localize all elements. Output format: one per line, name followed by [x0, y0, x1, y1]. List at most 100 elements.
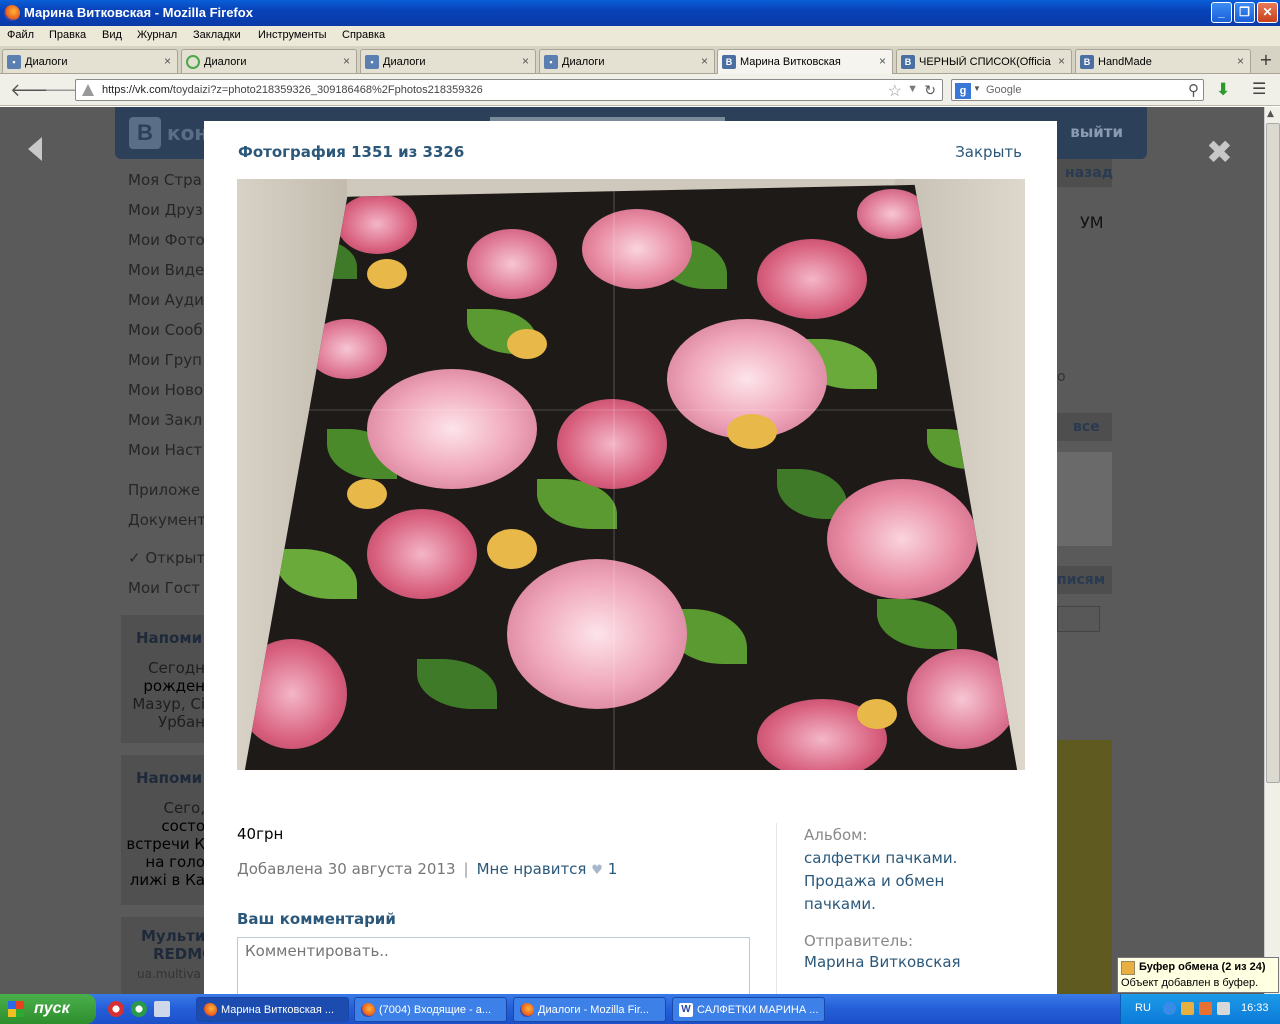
reminder-heading: Напоми	[136, 769, 203, 787]
sidebar-item-settings[interactable]: Мои Наст	[128, 441, 202, 459]
tab-close-icon[interactable]: ×	[343, 54, 350, 68]
search-engine-dropdown-icon[interactable]: ▼	[973, 84, 981, 93]
ad-url[interactable]: ua.multiva	[137, 967, 205, 981]
tab-close-icon[interactable]: ×	[164, 54, 171, 68]
sidebar-item-my-page[interactable]: Моя Стра	[128, 171, 202, 189]
tab-dialogs-4[interactable]: ▪ Диалоги ×	[539, 49, 715, 73]
close-window-button[interactable]: ✕	[1257, 2, 1278, 23]
tab-dialogs-3[interactable]: ▪ Диалоги ×	[360, 49, 536, 73]
scroll-up-icon[interactable]: ▲	[1267, 109, 1274, 119]
sidebar-item-apps[interactable]: Приложе	[128, 481, 200, 499]
ad-block[interactable]: Мульти REDMC ua.multiva	[121, 917, 213, 994]
search-icon[interactable]: ⚲	[1188, 81, 1199, 99]
utorrent-icon[interactable]	[131, 1001, 147, 1017]
search-bar[interactable]: g ▼ Google ⚲	[951, 79, 1204, 101]
window-title: Марина Витковская - Mozilla Firefox	[24, 5, 253, 20]
tray-arrow-icon[interactable]	[1163, 1002, 1176, 1015]
all-link[interactable]: все	[1073, 419, 1100, 435]
tab-handmade[interactable]: B HandMade ×	[1075, 49, 1251, 73]
sidebar-item-news[interactable]: Мои Ново	[128, 381, 203, 399]
sidebar-item-groups[interactable]: Мои Груп	[128, 351, 202, 369]
sidebar-item-bookmarks[interactable]: Мои Закл	[128, 411, 202, 429]
right-thumbnail[interactable]	[1057, 452, 1112, 546]
tab-label: Марина Витковская	[740, 56, 841, 68]
taskbar-button-inbox[interactable]: (7004) Входящие - а...	[354, 997, 507, 1022]
url-bar[interactable]: https://vk.com/toydaizi?z=photo218359326…	[75, 79, 943, 101]
tab-marina-vitkovskaya[interactable]: B Марина Витковская ×	[717, 49, 893, 74]
tab-close-icon[interactable]: ×	[879, 54, 886, 68]
sidebar-item-audio[interactable]: Мои Ауди	[128, 291, 204, 309]
menu-view[interactable]: Вид	[102, 29, 122, 41]
tray-clipboard-icon[interactable]	[1181, 1002, 1194, 1015]
minimize-button[interactable]: _	[1211, 2, 1232, 23]
photo-image[interactable]	[237, 179, 1025, 770]
right-all-bar[interactable]: все	[1057, 413, 1112, 441]
like-count[interactable]: 1	[608, 860, 618, 878]
tab-close-icon[interactable]: ×	[522, 54, 529, 68]
language-indicator[interactable]: RU	[1135, 1002, 1151, 1014]
new-tab-button[interactable]: +	[1256, 50, 1276, 70]
like-button[interactable]: Мне нравится	[477, 860, 587, 878]
previous-photo-arrow-icon[interactable]	[28, 137, 42, 161]
scroll-thumb[interactable]	[1266, 123, 1280, 783]
bookmark-star-icon[interactable]: ☆	[888, 81, 902, 101]
right-notes-bar[interactable]: писям	[1057, 566, 1112, 594]
tab-close-icon[interactable]: ×	[1058, 54, 1065, 68]
close-link[interactable]: Закрыть	[955, 143, 1022, 161]
tab-black-list[interactable]: B ЧЕРНЫЙ СПИСОК(Official... ×	[896, 49, 1072, 73]
vk-logo-text[interactable]: кон	[167, 121, 208, 145]
start-button[interactable]: пуск	[0, 994, 96, 1024]
tray-app-icon[interactable]	[1199, 1002, 1212, 1015]
speech-icon: ▪	[7, 55, 21, 69]
reminder-text[interactable]: Урбан	[158, 713, 205, 731]
reload-icon[interactable]: ↻	[924, 82, 936, 99]
tab-close-icon[interactable]: ×	[1237, 54, 1244, 68]
clock: 16:33	[1241, 1002, 1269, 1014]
tray-network-icon[interactable]	[1217, 1002, 1230, 1015]
right-ad-banner[interactable]	[1057, 740, 1112, 994]
back-link[interactable]: назад	[1065, 165, 1113, 181]
sidebar-item-friends[interactable]: Мои Друз	[128, 201, 203, 219]
sidebar-item-guests[interactable]: Мои Гост	[128, 579, 200, 597]
logout-link[interactable]: выйти	[1070, 123, 1123, 141]
menu-icon[interactable]: ☰	[1252, 79, 1266, 98]
menu-history[interactable]: Журнал	[137, 29, 177, 41]
taskbar-button-label: (7004) Входящие - а...	[379, 1004, 492, 1016]
show-desktop-icon[interactable]	[154, 1001, 170, 1017]
tab-dialogs-1[interactable]: ▪ Диалоги ×	[2, 49, 178, 73]
taskbar-button-marina[interactable]: Марина Витковская ...	[196, 997, 349, 1022]
right-input[interactable]	[1057, 606, 1100, 632]
menu-file[interactable]: Файл	[7, 29, 34, 41]
sidebar-item-open[interactable]: ✓ Открыт	[128, 549, 205, 567]
download-icon[interactable]: ⬇	[1216, 80, 1230, 100]
clipboard-icon	[1121, 961, 1135, 975]
maximize-button[interactable]: ❐	[1234, 2, 1255, 23]
vk-logo-icon[interactable]: В	[129, 117, 161, 149]
reminder-text[interactable]: Мазур, Сі	[132, 695, 205, 713]
menu-tools[interactable]: Инструменты	[258, 29, 327, 41]
heart-icon[interactable]: ♥	[591, 863, 603, 878]
sidebar-item-documents[interactable]: Документ	[128, 511, 206, 529]
menu-help[interactable]: Справка	[342, 29, 385, 41]
taskbar-button-napkins-doc[interactable]: W САЛФЕТКИ МАРИНА ...	[672, 997, 825, 1022]
dropdown-arrow-icon[interactable]: ▼	[907, 83, 918, 95]
notes-link[interactable]: писям	[1057, 572, 1105, 588]
ad-title[interactable]: Мульти	[141, 927, 205, 945]
menu-bookmarks[interactable]: Закладки	[193, 29, 241, 41]
taskbar-button-dialogs[interactable]: Диалоги - Mozilla Fir...	[513, 997, 666, 1022]
close-viewer-icon[interactable]: ✖	[1206, 133, 1233, 171]
tab-dialogs-2[interactable]: Диалоги ×	[181, 49, 357, 73]
tab-close-icon[interactable]: ×	[701, 54, 708, 68]
sender-link[interactable]: Марина Витковская	[804, 951, 1004, 974]
album-link[interactable]: салфетки пачками. Продажа и обмен пачкам…	[804, 847, 1004, 916]
right-back-bar[interactable]: назад	[1057, 159, 1113, 187]
menu-edit[interactable]: Правка	[49, 29, 86, 41]
comment-input[interactable]	[237, 937, 750, 994]
sidebar-item-messages[interactable]: Мои Сооб	[128, 321, 203, 339]
sidebar-item-photos[interactable]: Мои Фото	[128, 231, 205, 249]
clipboard-tooltip[interactable]: Буфер обмена (2 из 24) Объект добавлен в…	[1117, 957, 1279, 993]
page-scrollbar[interactable]: ▲ ▼	[1264, 107, 1280, 994]
opera-icon[interactable]	[108, 1001, 124, 1017]
google-icon[interactable]: g	[955, 83, 971, 99]
sidebar-item-videos[interactable]: Мои Виде	[128, 261, 204, 279]
